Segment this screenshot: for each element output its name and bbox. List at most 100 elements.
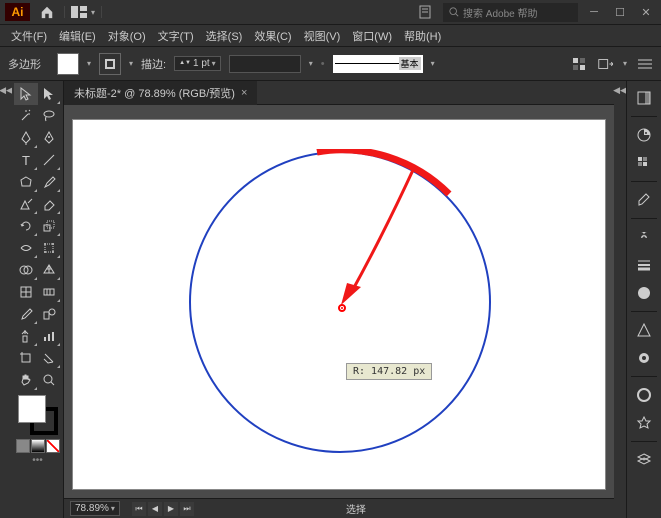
rotate-tool[interactable]	[14, 215, 38, 237]
menubar: 文件(F) 编辑(E) 对象(O) 文字(T) 选择(S) 效果(C) 视图(V…	[0, 25, 661, 47]
radius-tooltip: R: 147.82 px	[346, 363, 432, 380]
document-tab[interactable]: 未标题-2* @ 78.89% (RGB/预览) ×	[64, 81, 257, 105]
direct-selection-tool[interactable]	[38, 83, 62, 105]
chevron-down-icon[interactable]: ▾	[87, 59, 91, 68]
menu-edit[interactable]: 编辑(E)	[53, 25, 102, 47]
chevron-down-icon: ▾	[91, 8, 95, 17]
perspective-grid-tool[interactable]	[38, 259, 62, 281]
panel-collapse[interactable]: ◀◀	[614, 81, 626, 518]
menu-view[interactable]: 视图(V)	[298, 25, 347, 47]
stroke-swatch[interactable]	[99, 53, 121, 75]
color-panel-icon[interactable]	[630, 122, 658, 148]
eyedropper-tool[interactable]	[14, 303, 38, 325]
tab-title: 未标题-2* @ 78.89% (RGB/预览)	[74, 85, 235, 101]
stepper-icon[interactable]: ▲▼	[179, 61, 191, 66]
close-button[interactable]: ✕	[636, 5, 656, 19]
last-artboard-button[interactable]: ⏭	[180, 502, 194, 516]
chevron-down-icon[interactable]: ▾	[309, 59, 313, 68]
mesh-tool[interactable]	[14, 281, 38, 303]
opacity-icon[interactable]	[571, 56, 587, 72]
appearance-panel-icon[interactable]	[630, 382, 658, 408]
lasso-tool[interactable]	[38, 105, 62, 127]
fill-stroke-control[interactable]	[18, 395, 58, 435]
stroke-weight-input[interactable]: ▲▼ 1 pt ▾	[174, 56, 221, 71]
gradient-panel-icon[interactable]	[630, 280, 658, 306]
slice-tool[interactable]	[38, 347, 62, 369]
transparency-panel-icon[interactable]	[630, 317, 658, 343]
artboard[interactable]: R: 147.82 px	[72, 119, 606, 490]
hand-tool[interactable]	[14, 369, 38, 391]
main-area: ◀◀ T	[0, 81, 661, 518]
eraser-tool[interactable]	[38, 193, 62, 215]
prev-artboard-button[interactable]: ◀	[148, 502, 162, 516]
artboard-navigation: ⏮ ◀ ▶ ⏭	[132, 502, 194, 516]
search-box[interactable]: 搜索 Adobe 帮助	[443, 3, 578, 22]
menu-file[interactable]: 文件(F)	[5, 25, 53, 47]
menu-effect[interactable]: 效果(C)	[248, 25, 297, 47]
brush-definition[interactable]: 基本	[333, 55, 423, 73]
layout-menu[interactable]: ▾	[64, 6, 102, 18]
close-icon[interactable]: ×	[241, 87, 247, 99]
swatches-panel-icon[interactable]	[630, 150, 658, 176]
fill-swatch[interactable]	[57, 53, 79, 75]
shape-builder-tool[interactable]	[14, 259, 38, 281]
graphic-styles-panel-icon[interactable]	[630, 410, 658, 436]
symbol-sprayer-tool[interactable]	[14, 325, 38, 347]
chevron-down-icon[interactable]: ▾	[431, 59, 435, 68]
gradient-tool[interactable]	[38, 281, 62, 303]
chevron-down-icon[interactable]: ▾	[623, 59, 627, 68]
gradient-mode-button[interactable]	[31, 439, 45, 453]
home-icon[interactable]	[38, 3, 56, 21]
first-artboard-button[interactable]: ⏮	[132, 502, 146, 516]
polygon-tool[interactable]	[14, 171, 38, 193]
panel-menu-icon[interactable]	[637, 56, 653, 72]
color-mode-button[interactable]	[16, 439, 30, 453]
stroke-panel-icon[interactable]	[630, 252, 658, 278]
menu-type[interactable]: 文字(T)	[152, 25, 200, 47]
layers-panel-icon[interactable]	[630, 447, 658, 473]
scale-tool[interactable]	[38, 215, 62, 237]
menu-window[interactable]: 窗口(W)	[346, 25, 398, 47]
magic-wand-tool[interactable]	[14, 105, 38, 127]
toolbox-collapse[interactable]: ◀◀	[0, 81, 12, 518]
titlebar: Ai ▾ 搜索 Adobe 帮助 ─ ☐ ✕	[0, 0, 661, 25]
align-panel-icon[interactable]	[630, 345, 658, 371]
none-mode-button[interactable]	[46, 439, 60, 453]
status-bar: 78.89% ▾ ⏮ ◀ ▶ ⏭ 选择	[64, 498, 614, 518]
control-bar: 多边形 ▾ ▾ 描边: ▲▼ 1 pt ▾ ▾ • 基本 ▾ ▾	[0, 47, 661, 81]
right-panel-dock	[626, 81, 661, 518]
shaper-tool[interactable]	[14, 193, 38, 215]
blend-tool[interactable]	[38, 303, 62, 325]
width-tool[interactable]	[14, 237, 38, 259]
menu-select[interactable]: 选择(S)	[200, 25, 249, 47]
pen-tool[interactable]	[14, 127, 38, 149]
align-icon[interactable]	[597, 56, 613, 72]
curvature-tool[interactable]	[38, 127, 62, 149]
maximize-button[interactable]: ☐	[610, 5, 630, 19]
app-logo[interactable]: Ai	[5, 3, 30, 21]
document-setup-icon[interactable]	[417, 4, 433, 20]
canvas-wrapper[interactable]: R: 147.82 px	[64, 105, 614, 498]
svg-text:T: T	[22, 154, 30, 166]
variable-width-profile[interactable]	[229, 55, 301, 73]
brushes-panel-icon[interactable]	[630, 187, 658, 213]
menu-object[interactable]: 对象(O)	[102, 25, 152, 47]
minimize-button[interactable]: ─	[584, 5, 604, 19]
toolbox: T	[12, 81, 64, 518]
next-artboard-button[interactable]: ▶	[164, 502, 178, 516]
chevron-down-icon[interactable]: ▾	[129, 59, 133, 68]
paintbrush-tool[interactable]	[38, 171, 62, 193]
zoom-level-input[interactable]: 78.89% ▾	[70, 501, 120, 516]
menu-help[interactable]: 帮助(H)	[398, 25, 447, 47]
line-segment-tool[interactable]	[38, 149, 62, 171]
properties-panel-icon[interactable]	[630, 85, 658, 111]
artboard-tool[interactable]	[14, 347, 38, 369]
selection-tool[interactable]	[14, 83, 38, 105]
free-transform-tool[interactable]	[38, 237, 62, 259]
column-graph-tool[interactable]	[38, 325, 62, 347]
zoom-tool[interactable]	[38, 369, 62, 391]
edit-toolbar-button[interactable]: •••	[14, 455, 61, 466]
symbols-panel-icon[interactable]	[630, 224, 658, 250]
active-tool-label: 多边形	[8, 56, 41, 72]
type-tool[interactable]: T	[14, 149, 38, 171]
